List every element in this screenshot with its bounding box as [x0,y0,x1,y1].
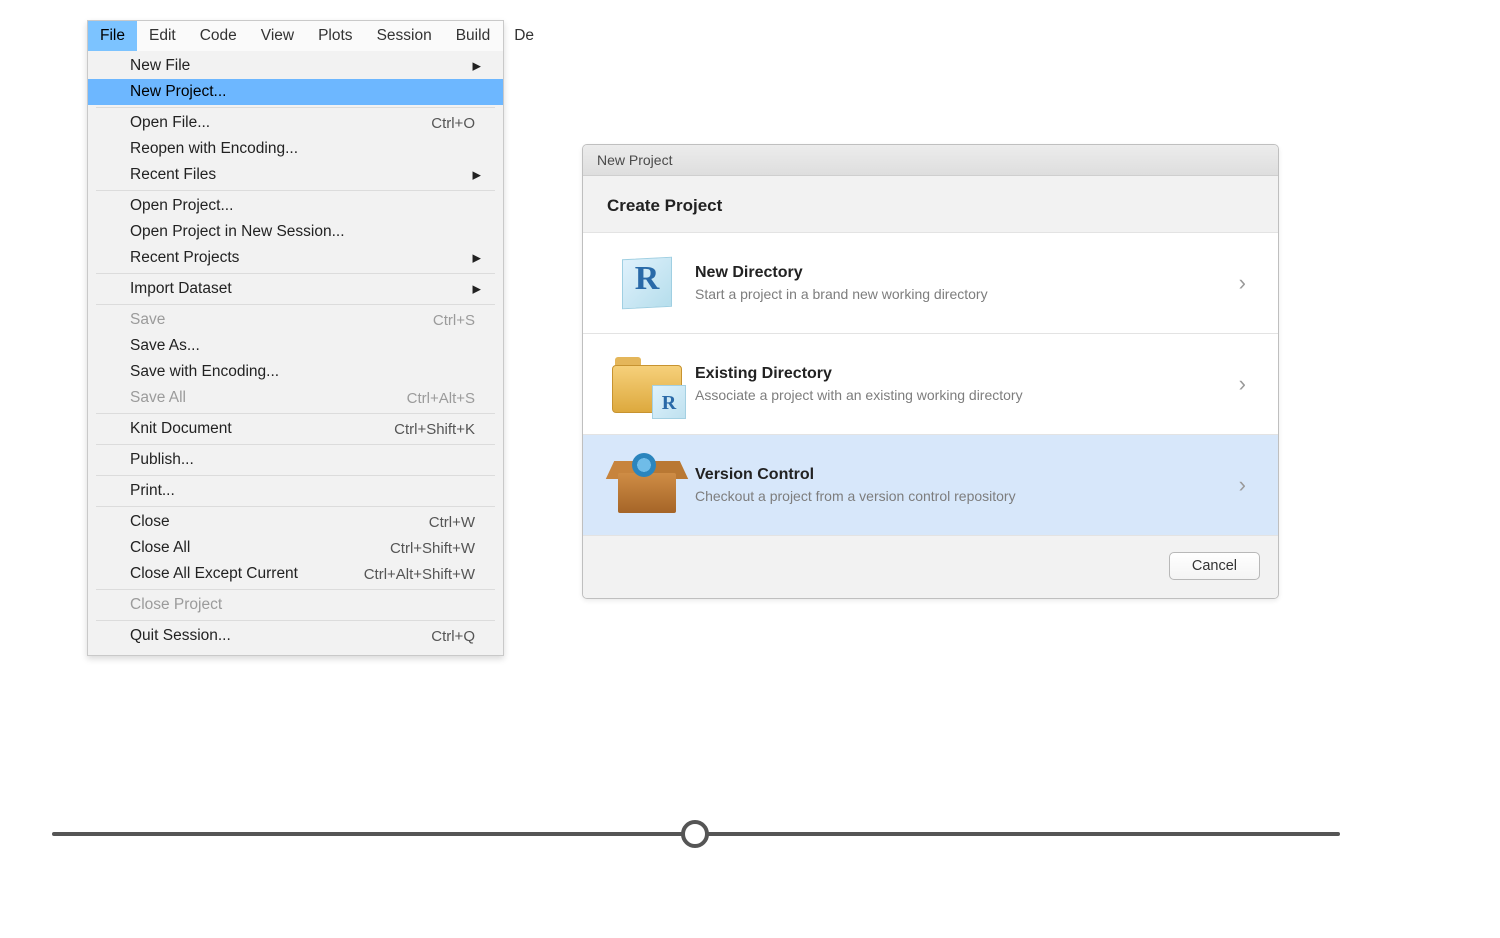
menu-item-save-with-encoding[interactable]: Save with Encoding... [96,359,495,385]
menu-item-label: Import Dataset [130,280,475,298]
menu-item-shortcut: Ctrl+Alt+S [387,390,475,407]
menu-item-print[interactable]: Print... [96,478,495,504]
option-title: New Directory [695,264,1229,282]
menu-item-knit-document[interactable]: Knit DocumentCtrl+Shift+K [96,416,495,442]
menu-item-label: Open File... [130,114,411,132]
option-description: Checkout a project from a version contro… [695,488,1229,504]
menu-item-recent-projects[interactable]: Recent Projects▶ [96,245,495,271]
menu-tab-build[interactable]: Build [444,21,502,51]
option-description: Start a project in a brand new working d… [695,286,1229,302]
menu-tab-view[interactable]: View [249,21,306,51]
menu-item-label: Close Project [130,596,475,614]
menu-item-shortcut: Ctrl+Shift+W [370,540,475,557]
menu-item-shortcut: Ctrl+O [411,115,475,132]
menu-item-label: Open Project... [130,197,475,215]
slider-thumb[interactable] [681,820,709,848]
menu-item-label: Recent Files [130,166,475,184]
dialog-title: New Project [597,152,672,168]
new-project-dialog: New Project Create Project R New Director… [582,144,1279,599]
menu-item-recent-files[interactable]: Recent Files▶ [96,162,495,188]
menu-item-label: Open Project in New Session... [130,223,475,241]
chevron-right-icon: ▶ [473,60,481,73]
menu-tab-session[interactable]: Session [365,21,444,51]
menu-item-label: Save with Encoding... [130,363,475,381]
chevron-right-icon: › [1229,371,1256,397]
menu-item-label: Close [130,513,409,531]
menubar: FileEditCodeViewPlotsSessionBuildDe [88,21,503,51]
menu-tab-code[interactable]: Code [188,21,249,51]
dialog-footer: Cancel [583,536,1278,598]
menu-item-close-all[interactable]: Close AllCtrl+Shift+W [96,535,495,561]
menu-item-open-project-in-new-session[interactable]: Open Project in New Session... [96,219,495,245]
menu-item-label: Quit Session... [130,627,411,645]
project-option-existing-directory[interactable]: R Existing Directory Associate a project w… [583,333,1278,434]
menu-item-shortcut: Ctrl+S [413,312,475,329]
menu-item-open-project[interactable]: Open Project... [96,193,495,219]
file-menu-window: FileEditCodeViewPlotsSessionBuildDe New … [87,20,504,656]
option-description: Associate a project with an existing wor… [695,387,1229,403]
dialog-titlebar: New Project [583,145,1278,176]
package-box-icon [605,453,689,517]
chevron-right-icon: ▶ [473,169,481,182]
menu-item-label: New File [130,57,475,75]
menu-item-save-as[interactable]: Save As... [96,333,495,359]
chevron-right-icon: ▶ [473,252,481,265]
menu-item-shortcut: Ctrl+W [409,514,475,531]
menu-item-shortcut: Ctrl+Alt+Shift+W [344,566,475,583]
menu-item-save: SaveCtrl+S [96,307,495,333]
menu-tab-de[interactable]: De [502,21,546,51]
menu-item-quit-session[interactable]: Quit Session...Ctrl+Q [96,623,495,649]
menu-item-label: Knit Document [130,420,374,438]
project-option-version-control[interactable]: Version Control Checkout a project from a… [583,434,1278,536]
menu-item-publish[interactable]: Publish... [96,447,495,473]
chevron-right-icon: ▶ [473,283,481,296]
menu-item-save-all: Save AllCtrl+Alt+S [96,385,495,411]
folder-icon: R [605,352,689,416]
menu-item-reopen-with-encoding[interactable]: Reopen with Encoding... [96,136,495,162]
menu-item-shortcut: Ctrl+Shift+K [374,421,475,438]
project-option-new-directory[interactable]: R New Directory Start a project in a brand… [583,232,1278,333]
menu-tab-file[interactable]: File [88,21,137,51]
menu-item-close[interactable]: CloseCtrl+W [96,509,495,535]
option-title: Existing Directory [695,365,1229,383]
r-cube-icon: R [605,251,689,315]
menu-tab-edit[interactable]: Edit [137,21,188,51]
menu-item-label: Save All [130,389,387,407]
menu-item-label: Print... [130,482,475,500]
chevron-right-icon: › [1229,270,1256,296]
menu-item-label: Recent Projects [130,249,475,267]
option-title: Version Control [695,466,1229,484]
menu-item-label: New Project... [130,83,475,101]
menu-item-label: Save [130,311,413,329]
menu-item-label: Save As... [130,337,475,355]
menu-item-label: Reopen with Encoding... [130,140,475,158]
menu-item-open-file[interactable]: Open File...Ctrl+O [96,110,495,136]
chevron-right-icon: › [1229,472,1256,498]
dialog-header: Create Project [583,176,1278,232]
menu-item-close-project: Close Project [96,592,495,618]
menu-tab-plots[interactable]: Plots [306,21,364,51]
menu-item-new-file[interactable]: New File▶ [96,53,495,79]
menu-item-shortcut: Ctrl+Q [411,628,475,645]
file-menu-dropdown: New File▶New Project...Open File...Ctrl+… [88,51,503,655]
menu-item-label: Publish... [130,451,475,469]
menu-item-label: Close All [130,539,370,557]
menu-item-import-dataset[interactable]: Import Dataset▶ [96,276,495,302]
menu-item-label: Close All Except Current [130,565,344,583]
menu-item-new-project[interactable]: New Project... [88,79,503,105]
project-option-list: R New Directory Start a project in a brand… [583,232,1278,536]
cancel-button[interactable]: Cancel [1169,552,1260,580]
menu-item-close-all-except-current[interactable]: Close All Except CurrentCtrl+Alt+Shift+W [96,561,495,587]
